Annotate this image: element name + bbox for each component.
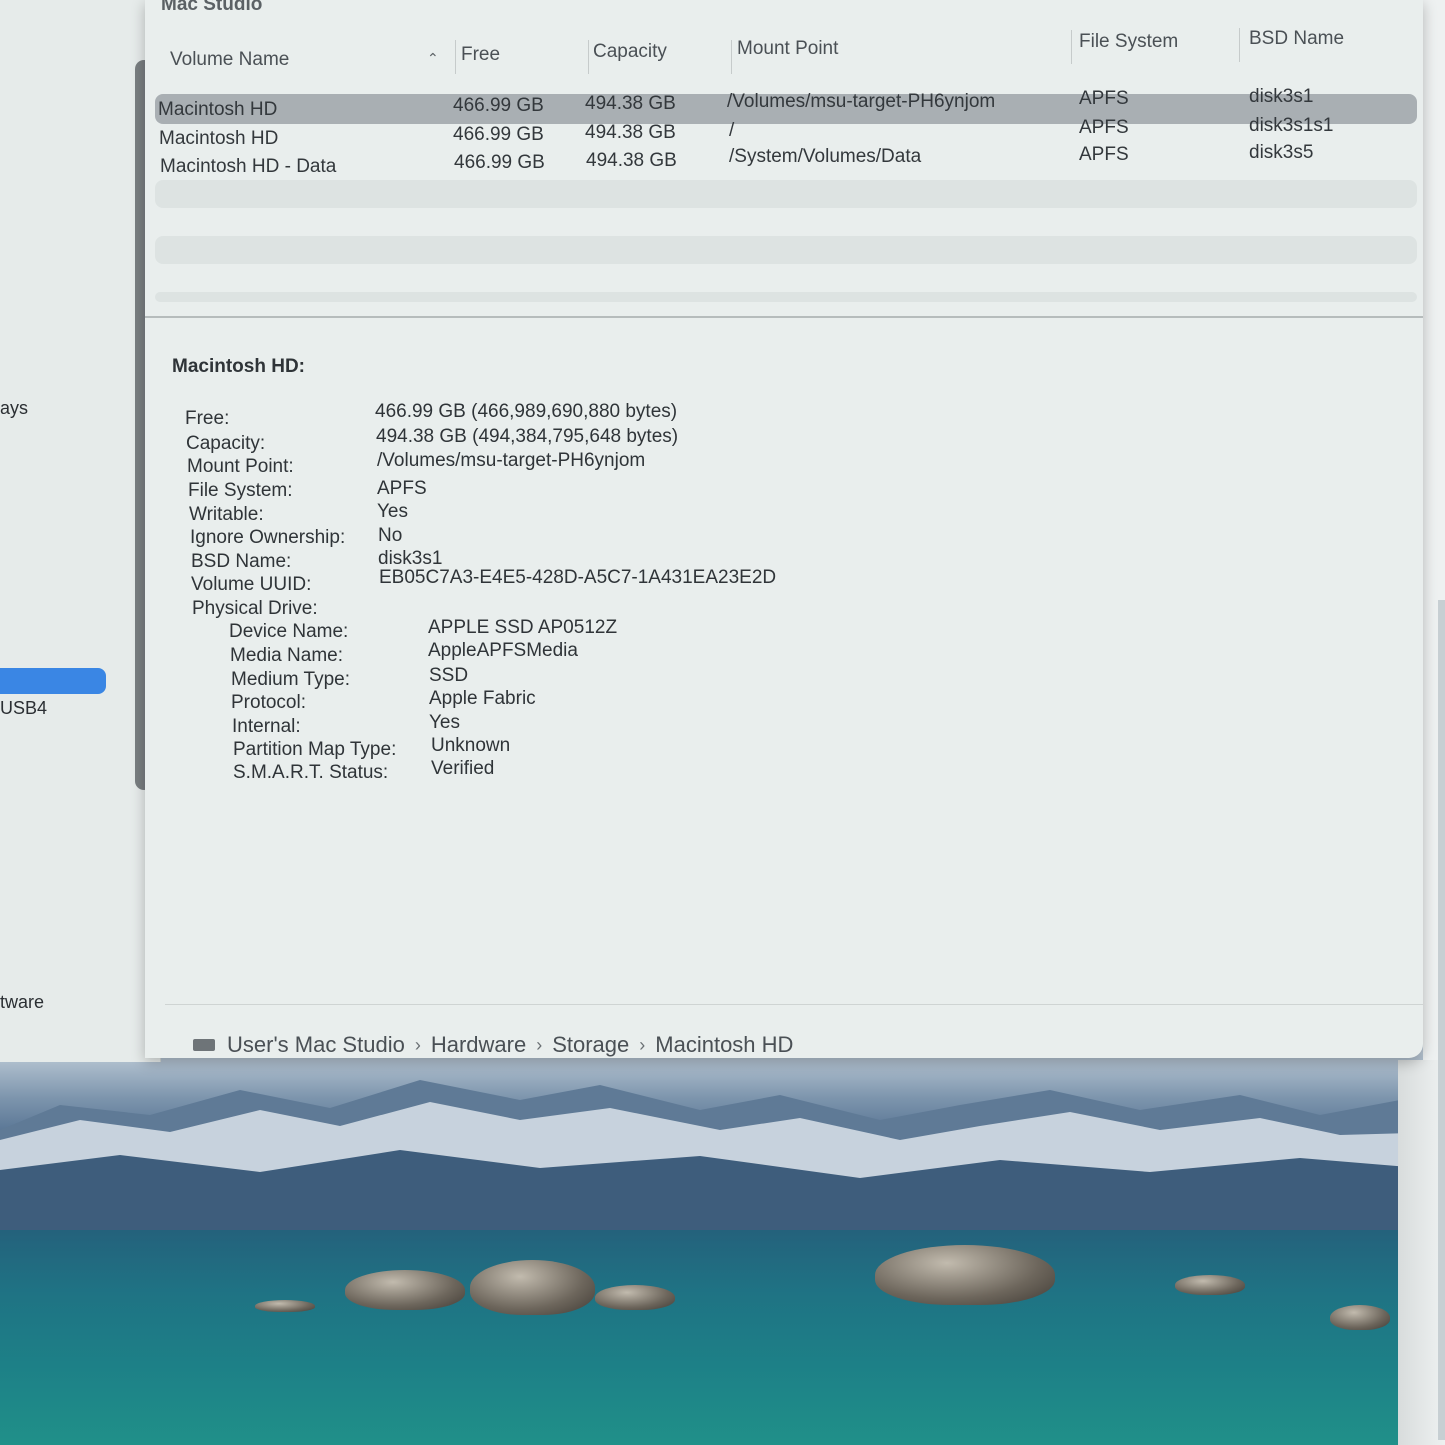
- column-separator[interactable]: [1239, 28, 1240, 62]
- cell-file-system: APFS: [1079, 144, 1129, 165]
- column-separator[interactable]: [1071, 30, 1072, 64]
- cell-mount-point: /System/Volumes/Data: [729, 146, 922, 167]
- rock: [470, 1260, 595, 1315]
- chevron-right-icon: ›: [639, 1034, 646, 1055]
- detail-key: File System:: [188, 480, 293, 501]
- detail-key: Physical Drive:: [192, 598, 318, 619]
- cell-volume-name: Macintosh HD - Data: [160, 156, 337, 177]
- cell-file-system: APFS: [1079, 117, 1129, 138]
- column-header-bsd-name[interactable]: BSD Name: [1249, 28, 1344, 50]
- detail-value: Unknown: [431, 735, 511, 756]
- split-view-divider[interactable]: [145, 316, 1423, 318]
- detail-title: Macintosh HD:: [172, 356, 305, 377]
- breadcrumb-item-volume[interactable]: Macintosh HD: [655, 1032, 793, 1058]
- rock: [345, 1270, 465, 1310]
- cell-capacity: 494.38 GB: [586, 150, 677, 171]
- table-row-empty: [155, 180, 1417, 208]
- rock: [255, 1300, 315, 1312]
- column-header-mount-point[interactable]: Mount Point: [737, 38, 838, 60]
- detail-key: Media Name:: [230, 645, 343, 666]
- sidebar-item-usb4[interactable]: USB4: [0, 698, 47, 719]
- detail-key: Ignore Ownership:: [190, 527, 346, 548]
- computer-icon: [193, 1039, 215, 1051]
- column-separator[interactable]: [731, 40, 732, 74]
- detail-value: Yes: [377, 501, 408, 522]
- detail-value: SSD: [429, 665, 469, 686]
- breadcrumb-item-storage[interactable]: Storage: [552, 1032, 629, 1058]
- detail-value: 466.99 GB (466,989,690,880 bytes): [375, 401, 678, 422]
- cell-file-system: APFS: [1079, 88, 1129, 109]
- rock: [1330, 1305, 1390, 1330]
- detail-key: BSD Name:: [191, 551, 292, 572]
- cell-mount-point: /: [729, 120, 735, 141]
- detail-key: Protocol:: [231, 692, 306, 713]
- detail-key: Medium Type:: [231, 669, 350, 690]
- table-row[interactable]: Macintosh HD 466.99 GB 494.38 GB /Volume…: [155, 86, 1417, 124]
- detail-key: Volume UUID:: [191, 574, 312, 595]
- sidebar-item-displays[interactable]: ays: [0, 398, 28, 419]
- detail-key: Mount Point:: [187, 456, 294, 477]
- detail-key: Device Name:: [229, 621, 349, 642]
- rock: [1175, 1275, 1245, 1295]
- detail-value: Verified: [431, 758, 495, 779]
- detail-value: Yes: [429, 712, 460, 733]
- rock: [875, 1245, 1055, 1305]
- detail-value: APFS: [377, 478, 427, 499]
- column-header-volume-name[interactable]: Volume Name: [170, 49, 289, 71]
- detail-value: Apple Fabric: [429, 688, 536, 709]
- breadcrumb-item-hardware[interactable]: Hardware: [431, 1032, 526, 1058]
- window-title: Mac Studio: [161, 0, 263, 15]
- cell-bsd-name: disk3s1s1: [1249, 115, 1334, 136]
- cell-bsd-name: disk3s1: [1249, 86, 1314, 107]
- detail-key: Capacity:: [186, 433, 266, 454]
- table-row[interactable]: Macintosh HD - Data 466.99 GB 494.38 GB …: [155, 142, 1417, 180]
- volume-table: Macintosh HD 466.99 GB 494.38 GB /Volume…: [155, 74, 1417, 302]
- breadcrumb: User's Mac Studio › Hardware › Storage ›…: [193, 1030, 793, 1060]
- column-separator[interactable]: [588, 40, 589, 74]
- status-bar-divider: [165, 1004, 1423, 1005]
- desktop-wallpaper: [0, 1000, 1445, 1445]
- cell-free: 466.99 GB: [453, 95, 544, 116]
- chevron-right-icon: ›: [414, 1034, 421, 1055]
- chevron-right-icon: ›: [536, 1034, 543, 1055]
- table-row-empty: [155, 236, 1417, 264]
- detail-value: AppleAPFSMedia: [428, 640, 578, 661]
- screen-bezel: [1438, 600, 1445, 1440]
- column-header-free[interactable]: Free: [461, 44, 500, 66]
- breadcrumb-item-computer[interactable]: User's Mac Studio: [227, 1032, 405, 1058]
- sort-ascending-icon[interactable]: ⌃: [427, 50, 439, 67]
- detail-key: Writable:: [189, 504, 264, 525]
- cell-free: 466.99 GB: [453, 124, 544, 145]
- detail-key: S.M.A.R.T. Status:: [233, 762, 389, 783]
- table-row-empty: [155, 292, 1417, 302]
- cell-free: 466.99 GB: [454, 152, 545, 173]
- sidebar-item-software[interactable]: tware: [0, 992, 44, 1013]
- column-header-file-system[interactable]: File System: [1079, 31, 1178, 53]
- detail-value: 494.38 GB (494,384,795,648 bytes): [376, 426, 679, 447]
- rock: [595, 1285, 675, 1310]
- cell-volume-name: Macintosh HD: [159, 128, 279, 149]
- cell-capacity: 494.38 GB: [585, 122, 676, 143]
- column-header-capacity[interactable]: Capacity: [593, 41, 667, 63]
- cell-mount-point: /Volumes/msu-target-PH6ynjom: [727, 91, 996, 112]
- detail-value: No: [378, 525, 403, 546]
- main-window: Mac Studio Volume Name ⌃ Free Capacity M…: [145, 0, 1423, 1058]
- detail-key: Internal:: [232, 716, 301, 737]
- column-separator[interactable]: [455, 40, 456, 74]
- detail-value: APPLE SSD AP0512Z: [428, 617, 618, 638]
- detail-value: /Volumes/msu-target-PH6ynjom: [377, 450, 646, 471]
- detail-key: Partition Map Type:: [233, 739, 397, 760]
- cell-bsd-name: disk3s5: [1249, 142, 1314, 163]
- sidebar-selection-highlight: [0, 668, 106, 694]
- detail-key: Free:: [185, 408, 230, 429]
- detail-value: EB05C7A3-E4E5-428D-A5C7-1A431EA23E2D: [379, 567, 777, 588]
- cell-volume-name: Macintosh HD: [158, 99, 278, 120]
- cell-capacity: 494.38 GB: [585, 93, 676, 114]
